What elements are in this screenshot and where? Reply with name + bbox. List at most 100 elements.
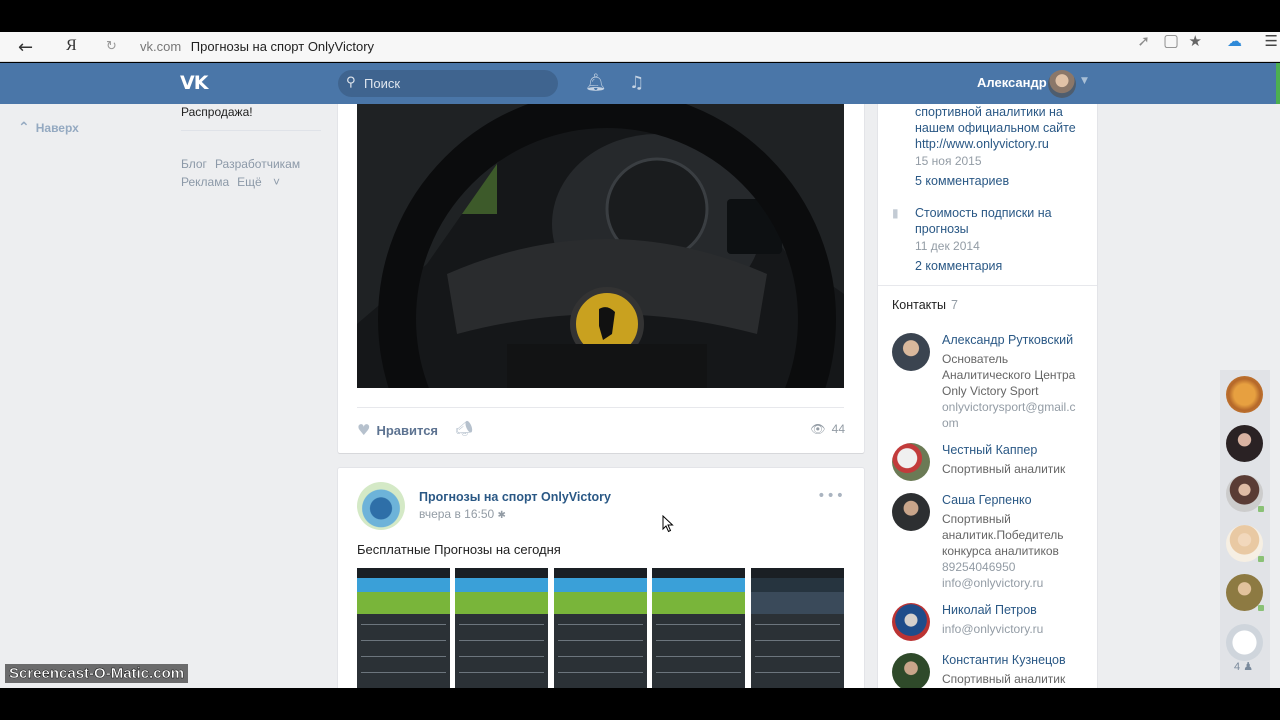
page-body: ⌃ Наверх Распродажа! Блог Разработчикам Ре… [0,104,1280,688]
vk-logo-icon[interactable]: VK [180,72,212,94]
post-thumbnail[interactable] [652,568,745,688]
vk-header: VK ⚲ 🔔︎ ♫ Александр ▼ [0,63,1280,104]
address-bar[interactable]: vk.com Прогнозы на спорт OnlyVictory [140,39,374,54]
thumb-header [554,592,647,614]
thumb-statusbar [751,568,844,578]
thumb-row [656,624,741,625]
person-icon: ♟ [1243,660,1254,673]
contact-name[interactable]: Честный Каппер [942,443,1037,457]
back-to-top-link[interactable]: ⌃ Наверх [18,120,79,136]
thumb-appbar [554,578,647,592]
thumb-row [459,672,544,673]
user-name[interactable]: Александр [977,75,1047,90]
avatar[interactable] [892,603,930,641]
friends-count-value: 4 [1234,661,1241,673]
thumb-header [455,592,548,614]
contact-name[interactable]: Александр Рутковский [942,333,1073,347]
thumb-row [656,672,741,673]
lock-icon[interactable]: ▢ [1163,31,1179,51]
comment-bubble-icon: ▮ [892,206,899,220]
avatar[interactable] [892,443,930,481]
contact-desc: Основатель Аналитического Центра Only Vi… [942,351,1082,431]
music-note-icon[interactable]: ♫ [629,73,644,93]
more-icon[interactable]: ••• [817,488,845,504]
divider [181,130,321,131]
contacts-label: Контакты [892,298,946,312]
avatar[interactable] [357,482,405,530]
divider [357,407,844,408]
reload-icon[interactable]: ↻ [106,39,117,54]
post-time[interactable]: вчера в 16:50 ✱ [419,507,506,521]
footer-link-ads[interactable]: Реклама [181,175,229,189]
avatar[interactable] [892,653,930,688]
contacts-header[interactable]: Контакты 7 [892,298,958,312]
views-count: 44 [831,422,845,436]
like-button[interactable]: ♥ Нравится [357,421,438,439]
bell-icon[interactable]: 🔔︎ [585,73,607,93]
post-author[interactable]: Прогнозы на спорт OnlyVictory [419,490,611,504]
post-thumbnail[interactable] [751,568,844,688]
thumb-appbar [751,578,844,592]
thumb-row [558,672,643,673]
thumb-row [755,624,840,625]
search-box[interactable]: ⚲ [338,70,558,97]
post-thumbnail[interactable] [357,568,450,688]
footer-link-more[interactable]: Ещё ˅ [237,175,280,189]
thumb-appbar [455,578,548,592]
topic-date: 15 ноя 2015 [915,154,982,168]
menu-icon[interactable]: ☰ [1265,32,1278,50]
thumb-row [558,640,643,641]
topic-comments[interactable]: 5 комментариев [915,174,1009,188]
online-indicator [1258,506,1264,512]
avatar[interactable] [1048,70,1076,98]
thumb-statusbar [455,568,548,578]
thumb-statusbar [554,568,647,578]
contact-email: info@onlyvictory.ru [942,622,1044,636]
footer-link-developers[interactable]: Разработчикам [215,157,300,171]
contact-name[interactable]: Саша Герпенко [942,493,1032,507]
wall-post: ♥ Нравится 📣︎ 👁︎ 44 [338,104,864,453]
topic-title[interactable]: Стоимость подписки на прогнозы [915,205,1085,237]
rocket-icon[interactable]: ➚ [1137,32,1150,50]
avatar[interactable] [1226,376,1263,413]
contact-desc: Спортивный аналитик.Победитель конкурса … [942,511,1082,591]
post-time-label: вчера в 16:50 [419,507,495,521]
chevron-down-icon[interactable]: ▼ [1081,76,1088,86]
post-thumbnail[interactable] [455,568,548,688]
back-arrow-icon[interactable]: ← [18,37,33,58]
contact-role: Спортивный аналитик.Победитель конкурса … [942,512,1064,558]
contact-name[interactable]: Константин Кузнецов [942,653,1066,667]
friends-placeholder-icon[interactable] [1226,624,1263,661]
megaphone-icon[interactable]: 📣︎ [455,421,473,437]
avatar[interactable] [892,493,930,531]
post-thumbnail[interactable] [554,568,647,688]
contact-role: Основатель Аналитического Центра Only Vi… [942,352,1076,398]
footer-link-blog[interactable]: Блог [181,157,207,171]
search-icon: ⚲ [346,75,356,90]
post-photo[interactable] [357,104,844,388]
right-column: спортивной аналитики на нашем официально… [878,104,1097,688]
thumb-row [361,640,446,641]
friends-online-bar: 4 ♟ [1220,370,1270,688]
avatar[interactable] [1226,425,1263,462]
topic-date: 11 дек 2014 [915,239,980,253]
avatar[interactable] [892,333,930,371]
topic-comments[interactable]: 2 комментария [915,259,1002,273]
yandex-logo[interactable]: Я [66,37,77,55]
thumb-row [558,656,643,657]
topic-title[interactable]: спортивной аналитики на нашем официально… [915,104,1085,152]
android-icon: ✱ [497,510,506,521]
search-input[interactable] [364,74,544,93]
sale-link[interactable]: Распродажа! [181,105,253,119]
bookmark-star-icon[interactable]: ★ [1189,32,1202,50]
friends-count[interactable]: 4 ♟ [1234,660,1253,673]
screen: ← Я ↻ vk.com Прогнозы на спорт OnlyVicto… [0,0,1280,720]
contacts-count: 7 [951,298,958,312]
cloud-download-icon[interactable]: ☁ [1227,32,1242,50]
thumb-row [755,640,840,641]
thumb-header [357,592,450,614]
contact-role: Спортивный аналитик [942,462,1066,476]
edge-strip [1276,63,1280,104]
contact-name[interactable]: Николай Петров [942,603,1037,617]
thumb-row [459,640,544,641]
